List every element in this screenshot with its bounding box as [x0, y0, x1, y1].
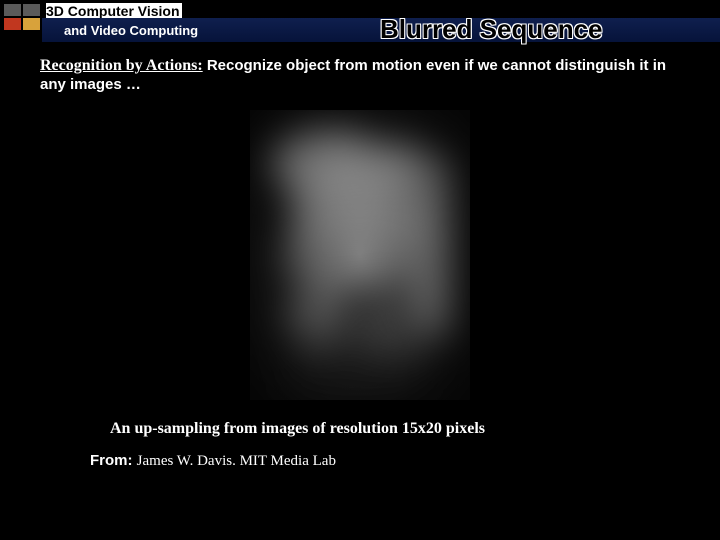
logo-square-tl: [4, 4, 21, 16]
from-label: From:: [90, 452, 133, 469]
logo-square-tr: [23, 4, 40, 16]
body-text: Recognition by Actions: Recognize object…: [40, 56, 680, 95]
slide-title: Blurred Sequence: [380, 14, 603, 45]
logo-square-bl: [4, 18, 21, 30]
course-subtitle: and Video Computing: [42, 23, 198, 38]
image-caption: An up-sampling from images of resolution…: [110, 420, 485, 438]
attribution: From: James W. Davis. MIT Media Lab: [90, 452, 336, 470]
logo-icon: [4, 4, 40, 30]
slide: 3D Computer Vision and Video Computing B…: [0, 0, 720, 540]
logo-square-br: [23, 18, 40, 30]
body-lead: Recognition by Actions:: [40, 57, 203, 74]
course-title: 3D Computer Vision: [46, 3, 182, 19]
blurred-image: [250, 110, 470, 400]
from-value: James W. Davis. MIT Media Lab: [137, 453, 336, 469]
